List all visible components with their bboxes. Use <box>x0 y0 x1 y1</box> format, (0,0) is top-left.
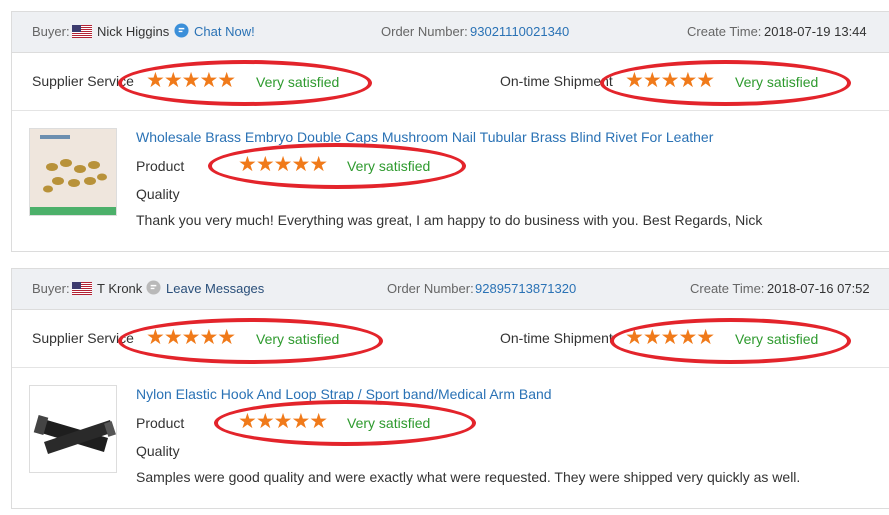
supplier-service-stars: ★★★★★ <box>146 326 236 349</box>
supplier-service-verdict: Very satisfied <box>256 74 340 90</box>
review-item: Wholesale Brass Embryo Double Caps Mushr… <box>12 111 889 254</box>
service-ratings-row: Supplier Service ★★★★★ Very satisfied On… <box>12 310 889 368</box>
product-label: Product <box>136 415 185 431</box>
supplier-service-verdict: Very satisfied <box>256 331 340 347</box>
product-stars: ★★★★★ <box>238 410 328 433</box>
product-verdict: Very satisfied <box>347 158 431 174</box>
on-time-shipment-stars: ★★★★★ <box>625 326 715 349</box>
buyer-info: Nick Higgins <box>72 12 169 52</box>
supplier-service-stars: ★★★★★ <box>146 69 236 92</box>
product-stars: ★★★★★ <box>238 153 328 176</box>
nylon-strap-image <box>30 386 116 472</box>
product-label: Product <box>136 158 185 174</box>
order-number-link[interactable]: 93021110021340 <box>470 12 569 52</box>
quality-label: Quality <box>136 443 180 459</box>
on-time-shipment-stars: ★★★★★ <box>625 69 715 92</box>
leave-messages-link[interactable]: Leave Messages <box>146 269 264 309</box>
us-flag-icon <box>72 282 92 295</box>
buyer-label: Buyer: <box>32 281 70 296</box>
product-title-link[interactable]: Nylon Elastic Hook And Loop Strap / Spor… <box>136 386 552 402</box>
buyer-label: Buyer: <box>32 24 70 39</box>
quality-label: Quality <box>136 186 180 202</box>
buyer-info: T Kronk <box>72 269 142 309</box>
review-header: Buyer: Nick Higgins Chat Now! Order Numb… <box>12 12 889 53</box>
on-time-shipment-verdict: Very satisfied <box>735 331 819 347</box>
review-header: Buyer: T Kronk Leave Messages Order Numb… <box>12 269 889 310</box>
review-comment: Thank you very much! Everything was grea… <box>136 212 763 228</box>
review-card: Buyer: T Kronk Leave Messages Order Numb… <box>11 268 889 509</box>
on-time-shipment-verdict: Very satisfied <box>735 74 819 90</box>
product-title-link[interactable]: Wholesale Brass Embryo Double Caps Mushr… <box>136 129 713 145</box>
buyer-name: T Kronk <box>97 281 143 296</box>
supplier-service-label: Supplier Service <box>32 330 134 346</box>
leave-messages-label[interactable]: Leave Messages <box>166 281 264 296</box>
create-time-value: 2018-07-19 13:44 <box>764 24 867 39</box>
product-thumbnail[interactable] <box>29 385 117 473</box>
review-item: Nylon Elastic Hook And Loop Strap / Spor… <box>12 368 889 511</box>
on-time-shipment-label: On-time Shipment <box>500 330 613 346</box>
order-number-label: Order Number: <box>387 281 474 296</box>
create-time-label: Create Time: <box>690 281 765 296</box>
create-time-value: 2018-07-16 07:52 <box>767 281 870 296</box>
message-bubble-icon <box>146 280 161 295</box>
order-number-label: Order Number: <box>381 24 468 39</box>
us-flag-icon <box>72 25 92 38</box>
brass-rivets-image <box>30 129 116 215</box>
create-time-label: Create Time: <box>687 24 762 39</box>
product-verdict: Very satisfied <box>347 415 431 431</box>
service-ratings-row: Supplier Service ★★★★★ Very satisfied On… <box>12 53 889 111</box>
review-comment: Samples were good quality and were exact… <box>136 469 801 485</box>
order-number-link[interactable]: 92895713871320 <box>475 269 576 309</box>
review-card: Buyer: Nick Higgins Chat Now! Order Numb… <box>11 11 889 252</box>
chat-bubble-icon <box>174 23 189 38</box>
product-thumbnail[interactable] <box>29 128 117 216</box>
buyer-name: Nick Higgins <box>97 24 170 39</box>
on-time-shipment-label: On-time Shipment <box>500 73 613 89</box>
supplier-service-label: Supplier Service <box>32 73 134 89</box>
chat-now-label[interactable]: Chat Now! <box>194 24 255 39</box>
chat-now-link[interactable]: Chat Now! <box>174 12 255 52</box>
